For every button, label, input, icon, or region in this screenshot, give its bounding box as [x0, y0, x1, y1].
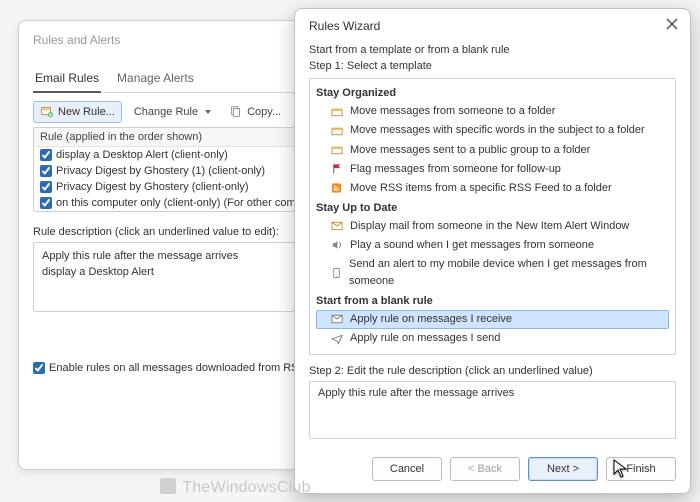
- watermark: TheWindowsClub: [160, 478, 311, 497]
- template-item-selected[interactable]: Apply rule on messages I receive: [316, 310, 669, 329]
- rss-label: Enable rules on all messages downloaded …: [49, 362, 316, 374]
- change-rule-button[interactable]: Change Rule: [128, 103, 217, 121]
- template-label: Move messages with specific words in the…: [350, 122, 645, 139]
- envelope-out-icon: [330, 333, 344, 345]
- template-item[interactable]: Send an alert to my mobile device when I…: [316, 255, 669, 291]
- copy-button[interactable]: Copy...: [223, 102, 287, 122]
- template-label: Move messages from someone to a folder: [350, 103, 555, 120]
- step2-description[interactable]: Apply this rule after the message arrive…: [309, 381, 676, 439]
- tab-manage-alerts[interactable]: Manage Alerts: [115, 67, 196, 92]
- new-rule-label: New Rule...: [58, 106, 115, 118]
- template-item[interactable]: Flag messages from someone for follow-up: [316, 160, 669, 179]
- next-button[interactable]: Next >: [528, 457, 598, 481]
- template-label: Display mail from someone in the New Ite…: [350, 218, 629, 235]
- rule-text: on this computer only (client-only) (For…: [56, 197, 321, 209]
- folder-move-icon: [330, 144, 344, 156]
- watermark-text: TheWindowsClub: [182, 479, 310, 496]
- rules-wizard-dialog: Rules Wizard Start from a template or fr…: [294, 8, 691, 494]
- wizard-buttons: Cancel < Back Next > Finish: [295, 447, 690, 493]
- template-label: Move RSS items from a specific RSS Feed …: [350, 180, 612, 197]
- template-item[interactable]: Move messages sent to a public group to …: [316, 141, 669, 160]
- rule-text: Privacy Digest by Ghostery (client-only): [56, 181, 249, 193]
- rule-text: Privacy Digest by Ghostery (1) (client-o…: [56, 165, 265, 177]
- group-stay-organized: Stay Organized: [316, 85, 669, 102]
- step1-label: Step 1: Select a template: [309, 60, 676, 72]
- rule-checkbox[interactable]: [40, 149, 52, 161]
- cancel-button[interactable]: Cancel: [372, 457, 442, 481]
- titlebar: Rules Wizard: [295, 9, 690, 39]
- wizard-body: Start from a template or from a blank ru…: [295, 39, 690, 447]
- rule-text: display a Desktop Alert (client-only): [56, 149, 228, 161]
- sound-icon: [330, 239, 344, 251]
- rule-checkbox[interactable]: [40, 165, 52, 177]
- template-item[interactable]: Move RSS items from a specific RSS Feed …: [316, 179, 669, 198]
- template-label: Apply rule on messages I send: [350, 330, 500, 347]
- template-item[interactable]: Play a sound when I get messages from so…: [316, 236, 669, 255]
- wizard-title: Rules Wizard: [309, 19, 380, 33]
- close-button[interactable]: [666, 17, 678, 35]
- new-rule-icon: [40, 105, 54, 119]
- flag-icon: [330, 163, 344, 175]
- template-label: Flag messages from someone for follow-up: [350, 161, 561, 178]
- template-label: Play a sound when I get messages from so…: [350, 237, 594, 254]
- template-list[interactable]: Stay Organized Move messages from someon…: [309, 78, 676, 355]
- template-item[interactable]: Move messages with specific words in the…: [316, 121, 669, 140]
- template-item[interactable]: Apply rule on messages I send: [316, 329, 669, 348]
- finish-button[interactable]: Finish: [606, 457, 676, 481]
- folder-move-icon: [330, 106, 344, 118]
- rss-icon: [330, 182, 344, 194]
- template-item[interactable]: Display mail from someone in the New Ite…: [316, 217, 669, 236]
- folder-move-icon: [330, 125, 344, 137]
- group-stay-uptodate: Stay Up to Date: [316, 200, 669, 217]
- envelope-in-icon: [330, 313, 344, 325]
- rss-checkbox[interactable]: [33, 362, 45, 374]
- mobile-icon: [330, 267, 343, 279]
- new-rule-button[interactable]: New Rule...: [33, 101, 122, 123]
- rule-checkbox[interactable]: [40, 197, 52, 209]
- template-label: Apply rule on messages I receive: [350, 311, 512, 328]
- template-label: Send an alert to my mobile device when I…: [349, 256, 667, 290]
- step2-label: Step 2: Edit the rule description (click…: [309, 365, 676, 377]
- copy-label: Copy...: [247, 106, 281, 118]
- alert-icon: [330, 220, 344, 232]
- template-item[interactable]: Move messages from someone to a folder: [316, 102, 669, 121]
- template-label: Move messages sent to a public group to …: [350, 142, 590, 159]
- back-button[interactable]: < Back: [450, 457, 520, 481]
- step2-text: Apply this rule after the message arrive…: [318, 387, 514, 399]
- copy-icon: [229, 105, 243, 119]
- rule-checkbox[interactable]: [40, 181, 52, 193]
- group-blank-rule: Start from a blank rule: [316, 293, 669, 310]
- tab-email-rules[interactable]: Email Rules: [33, 67, 101, 93]
- watermark-icon: [160, 478, 176, 494]
- intro-text: Start from a template or from a blank ru…: [309, 43, 676, 58]
